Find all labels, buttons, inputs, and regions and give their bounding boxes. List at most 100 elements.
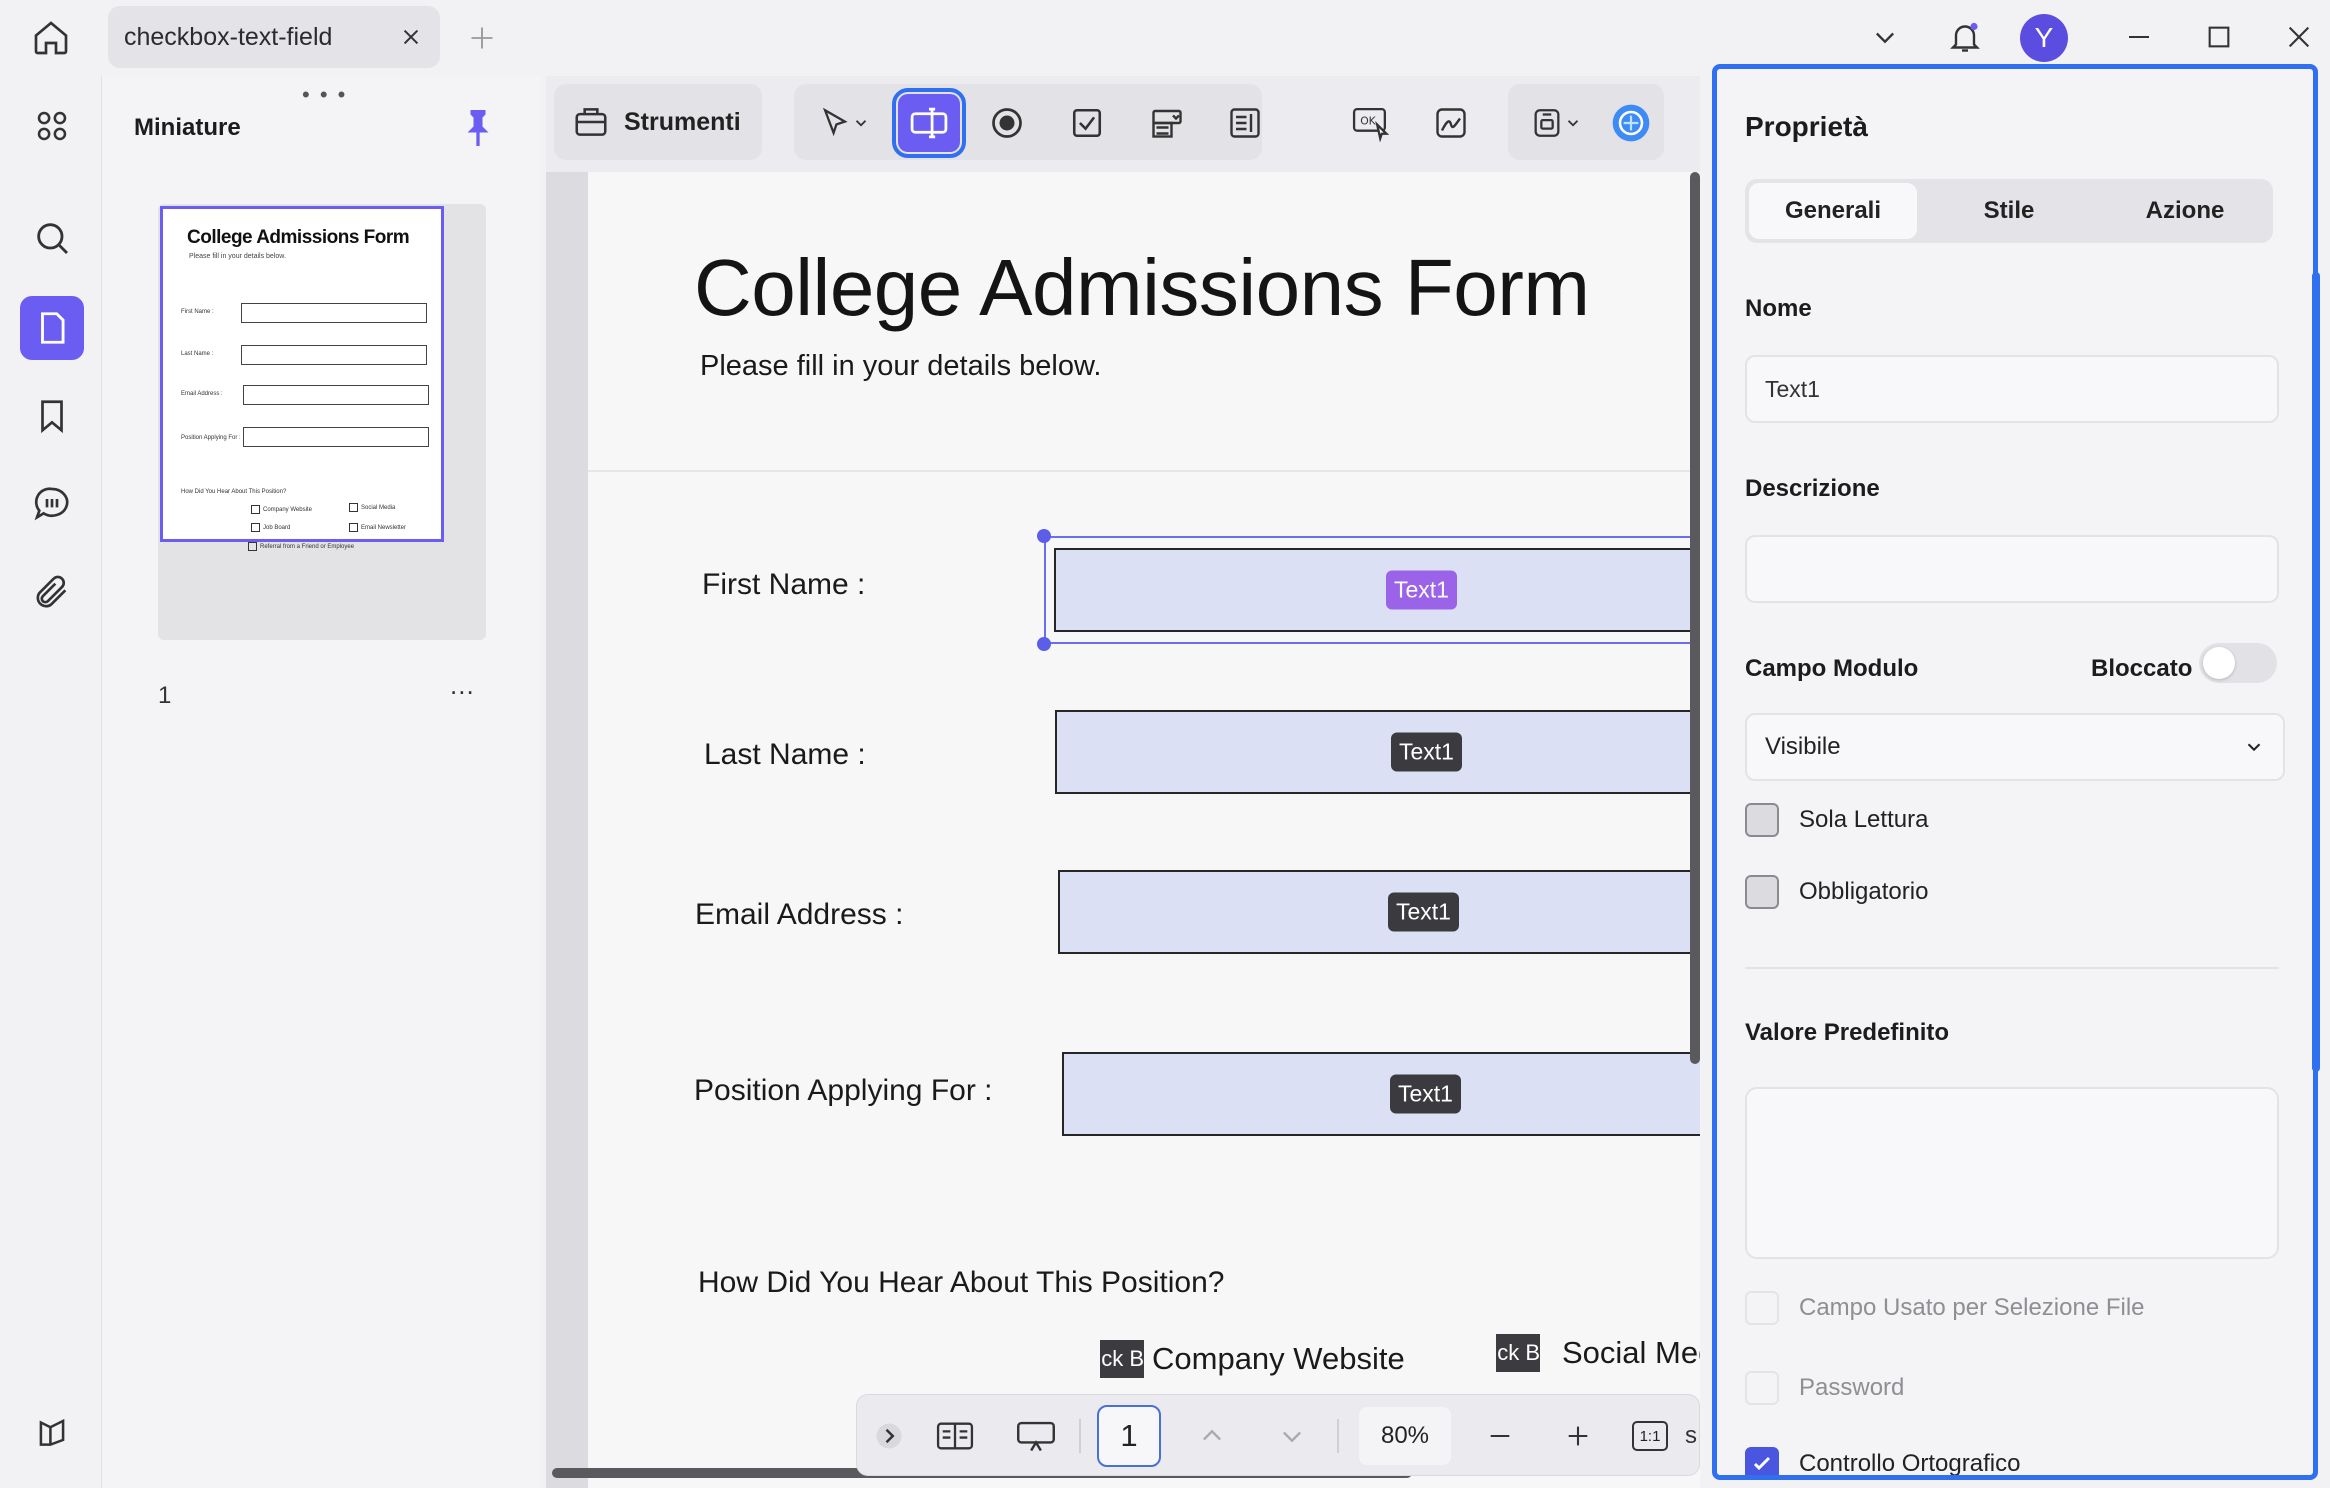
ai-assistant-button[interactable] — [1600, 94, 1662, 152]
default-value-field[interactable] — [1745, 1087, 2279, 1259]
search-button[interactable] — [20, 206, 84, 270]
zoom-in-button[interactable] — [1553, 1409, 1603, 1463]
presentation-icon — [1017, 1421, 1055, 1452]
spellcheck-option[interactable]: Controllo Ortografico — [1745, 1447, 2021, 1477]
thumbnail-field-box — [241, 303, 427, 323]
tabs-dropdown-button[interactable] — [1862, 16, 1908, 58]
resize-handle[interactable] — [1037, 529, 1051, 543]
leaf-icon — [39, 1418, 65, 1446]
form-field-label: Campo Modulo — [1745, 655, 1919, 682]
pdf-page: College Admissions Form Please fill in y… — [588, 172, 1700, 1488]
actual-size-button[interactable]: 1:1 — [1625, 1409, 1675, 1463]
presentation-button[interactable] — [1005, 1409, 1067, 1463]
radio-tool-button[interactable] — [976, 94, 1038, 152]
file-select-option[interactable]: Campo Usato per Selezione File — [1745, 1291, 2145, 1325]
document-canvas[interactable]: College Admissions Form Please fill in y… — [546, 172, 1700, 1488]
password-checkbox[interactable] — [1745, 1371, 1779, 1405]
previous-page-button[interactable] — [1187, 1409, 1237, 1463]
properties-tabs: Generali Stile Azione — [1745, 179, 2273, 243]
first-name-label: First Name : — [702, 568, 866, 601]
document-tab[interactable]: checkbox-text-field — [108, 6, 440, 68]
left-tool-rail — [0, 76, 102, 1488]
panel-drag-handle[interactable]: • • • — [302, 82, 347, 108]
thumbnails-title: Miniature — [134, 114, 241, 141]
combo-box-tool-button[interactable] — [1136, 94, 1198, 152]
checkbox-field[interactable]: ck B — [1496, 1334, 1540, 1372]
thumbnail-more-button[interactable]: ... — [450, 670, 475, 701]
tools-button[interactable]: Strumenti — [554, 84, 762, 160]
tab-generali[interactable]: Generali — [1749, 183, 1917, 239]
properties-title: Proprietà — [1745, 111, 1868, 142]
email-address-text-field[interactable]: Text1 — [1058, 870, 1700, 954]
button-tool-button[interactable]: OK — [1340, 94, 1402, 152]
page-layout-button[interactable] — [927, 1409, 983, 1463]
file-select-checkbox[interactable] — [1745, 1291, 1779, 1325]
list-box-tool-button[interactable] — [1214, 94, 1276, 152]
page-thumbnail[interactable]: College Admissions Form Please fill in y… — [158, 204, 486, 640]
description-field[interactable] — [1745, 535, 2279, 603]
required-checkbox[interactable] — [1745, 875, 1779, 909]
collapse-bar-button[interactable] — [869, 1409, 909, 1463]
spellcheck-label: Controllo Ortografico — [1799, 1450, 2021, 1477]
required-label: Obbligatorio — [1799, 878, 1929, 905]
maximize-button[interactable] — [2196, 16, 2242, 58]
header-divider — [588, 470, 1700, 472]
properties-scrollbar[interactable] — [2312, 272, 2320, 1072]
pin-panel-button[interactable] — [460, 106, 496, 150]
checkbox-option[interactable]: ck B Social Medi — [1496, 1334, 1700, 1372]
select-tool-button[interactable] — [802, 94, 886, 152]
theme-button[interactable] — [20, 1400, 84, 1464]
bookmark-icon — [41, 400, 63, 434]
organize-pages-button[interactable] — [20, 94, 84, 158]
visibility-select[interactable]: Visibile — [1745, 713, 2285, 781]
minimize-icon — [2129, 36, 2149, 38]
separator — [1337, 1419, 1339, 1453]
text-field-tool-button[interactable] — [892, 88, 966, 158]
position-text-field[interactable]: Text1 — [1062, 1052, 1700, 1136]
tab-close-button[interactable] — [396, 22, 426, 52]
notifications-button[interactable] — [1942, 16, 1988, 58]
new-tab-button[interactable] — [462, 18, 502, 58]
checkbox-option[interactable]: ck B Company Website — [1100, 1340, 1405, 1378]
user-avatar[interactable]: Y — [2020, 14, 2068, 62]
cursor-icon — [822, 107, 848, 137]
tab-azione[interactable]: Azione — [2101, 183, 2269, 239]
attachments-button[interactable] — [20, 560, 84, 624]
bookmarks-button[interactable] — [20, 384, 84, 448]
tools-label: Strumenti — [624, 107, 741, 136]
name-field[interactable]: Text1 — [1745, 355, 2279, 423]
vertical-scrollbar[interactable] — [1690, 172, 1700, 1064]
required-option[interactable]: Obbligatorio — [1745, 875, 1928, 909]
minimize-button[interactable] — [2116, 16, 2162, 58]
first-name-text-field[interactable]: Text1 — [1054, 548, 1700, 632]
zoom-out-button[interactable] — [1475, 1409, 1525, 1463]
tab-stile[interactable]: Stile — [1925, 183, 2093, 239]
close-window-button[interactable] — [2276, 16, 2322, 58]
two-page-icon — [936, 1422, 974, 1450]
resize-handle[interactable] — [1037, 637, 1051, 651]
comments-button[interactable] — [20, 472, 84, 536]
chevron-down-icon — [1567, 120, 1579, 127]
thumbnail-title: College Admissions Form — [187, 227, 410, 248]
page-navigation-bar: 1 80% 1:1 s — [856, 1394, 1700, 1476]
page-number-input[interactable]: 1 — [1097, 1405, 1161, 1467]
password-option[interactable]: Password — [1745, 1371, 1904, 1405]
checkbox-field[interactable]: ck B — [1100, 1340, 1144, 1378]
checkbox-tool-button[interactable] — [1056, 94, 1118, 152]
checkbox-icon — [1072, 108, 1102, 138]
locked-toggle[interactable] — [2199, 643, 2277, 683]
thumbnail-field-label: Email Address : — [181, 391, 223, 397]
spellcheck-checkbox[interactable] — [1745, 1447, 1779, 1475]
actual-size-icon: 1:1 — [1632, 1421, 1668, 1451]
thumbnails-button[interactable] — [20, 296, 84, 360]
read-only-checkbox[interactable] — [1745, 803, 1779, 837]
read-only-option[interactable]: Sola Lettura — [1745, 803, 1928, 837]
source-question: How Did You Hear About This Position? — [698, 1266, 1225, 1299]
minus-icon — [1490, 1434, 1510, 1438]
zoom-level[interactable]: 80% — [1359, 1407, 1451, 1465]
home-button[interactable] — [24, 14, 78, 62]
next-page-button[interactable] — [1267, 1409, 1317, 1463]
last-name-text-field[interactable]: Text1 — [1055, 710, 1700, 794]
signature-tool-button[interactable] — [1420, 94, 1482, 152]
recognize-form-button[interactable] — [1514, 94, 1598, 152]
